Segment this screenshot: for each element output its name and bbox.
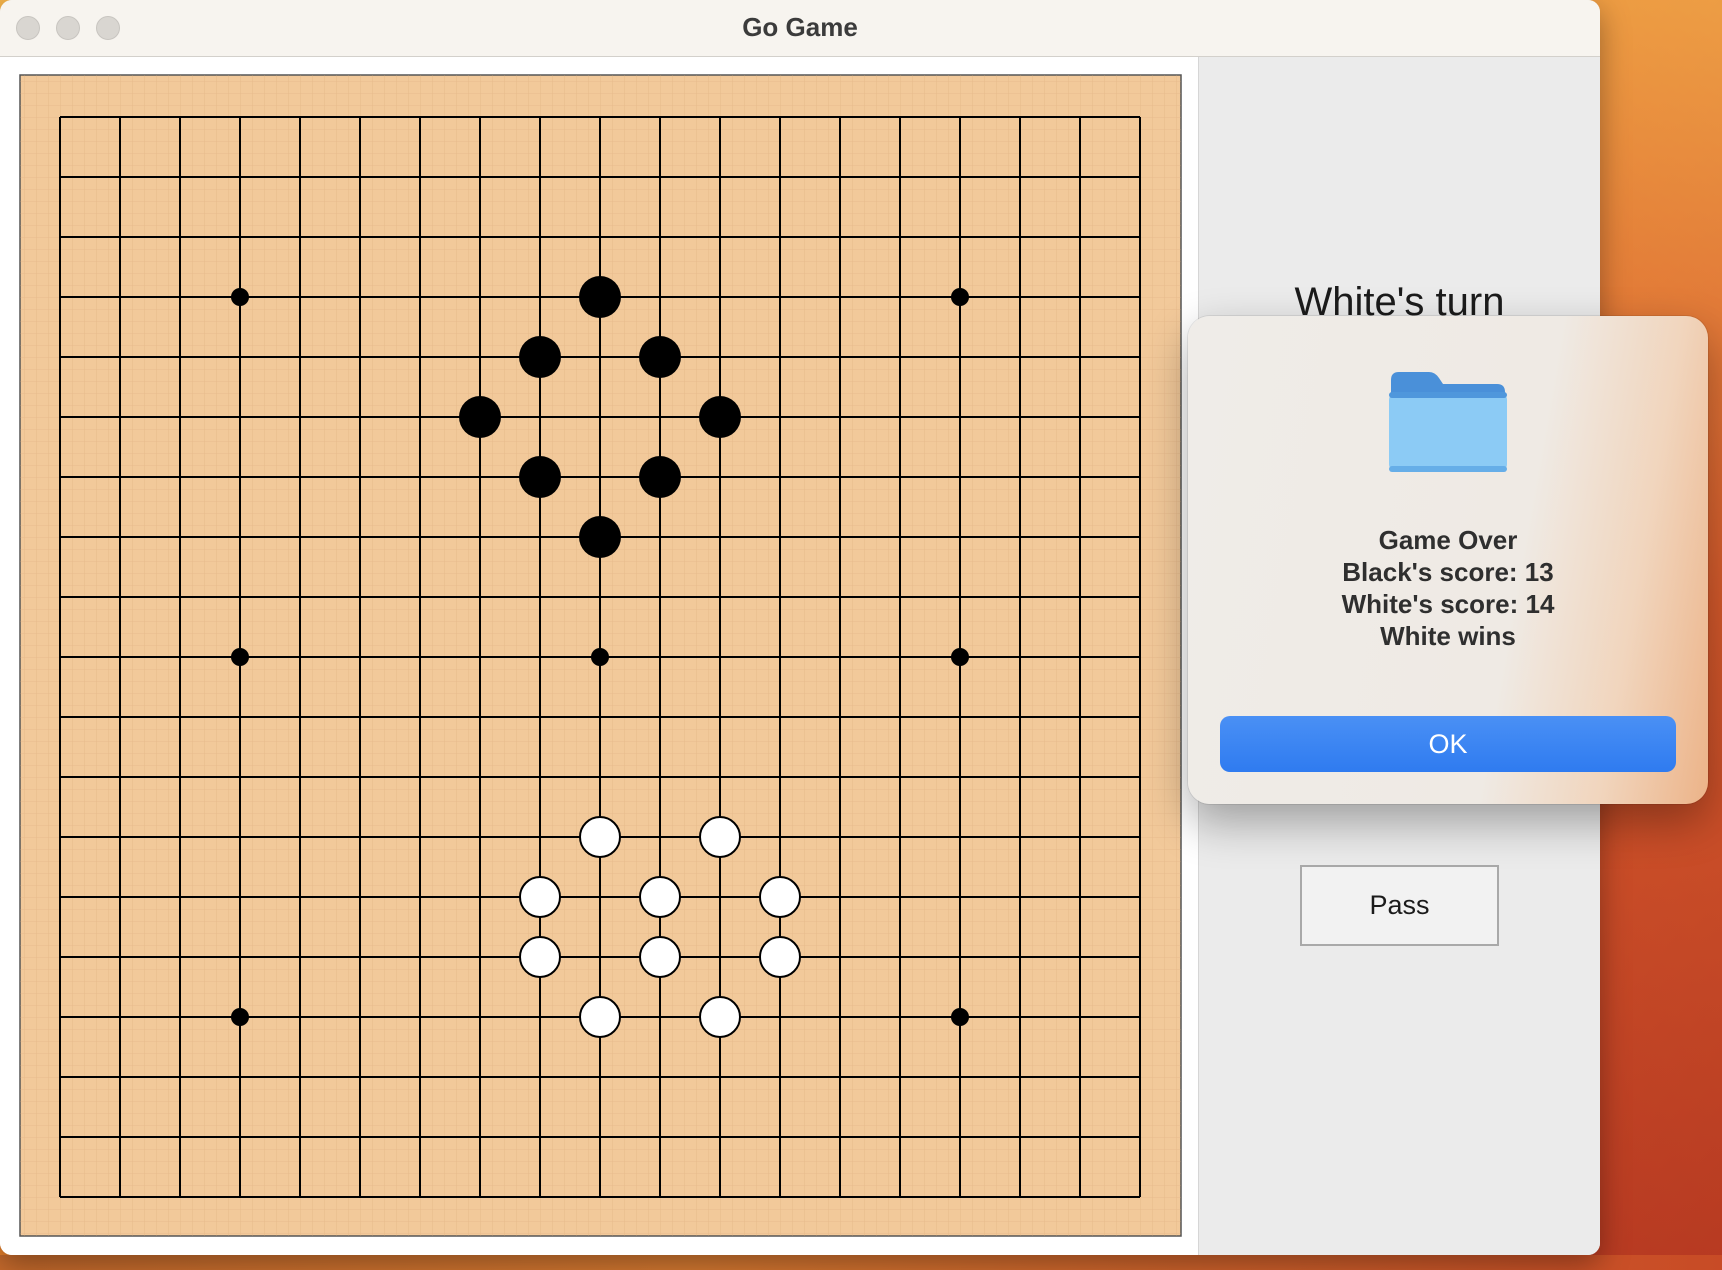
white-stone [519, 936, 561, 978]
black-stone [579, 276, 621, 318]
dialog-title: Game Over [1378, 525, 1518, 555]
black-stone [639, 456, 681, 498]
winner-text: White wins [1380, 621, 1516, 651]
pass-button[interactable]: Pass [1300, 865, 1499, 946]
black-stone [519, 456, 561, 498]
white-stone [519, 876, 561, 918]
star-point [231, 648, 249, 666]
star-point [591, 648, 609, 666]
white-score: White's score: 14 [1341, 589, 1555, 619]
white-stone [639, 876, 681, 918]
game-over-dialog: Game Over Black's score: 13 White's scor… [1188, 316, 1708, 804]
white-stone [579, 816, 621, 858]
white-stone [579, 996, 621, 1038]
black-stone [459, 396, 501, 438]
white-stone [759, 936, 801, 978]
star-point [951, 288, 969, 306]
black-stone [639, 336, 681, 378]
black-stone [519, 336, 561, 378]
ok-button[interactable]: OK [1220, 716, 1676, 772]
board-area [0, 57, 1199, 1255]
black-score: Black's score: 13 [1342, 557, 1554, 587]
dialog-message: Game Over Black's score: 13 White's scor… [1188, 524, 1708, 652]
title-bar: Go Game [0, 0, 1600, 57]
desktop-wallpaper-bottom [0, 1255, 1722, 1270]
star-point [951, 1008, 969, 1026]
go-board[interactable] [0, 57, 1198, 1255]
star-point [951, 648, 969, 666]
window-title: Go Game [742, 12, 858, 42]
star-point [231, 288, 249, 306]
star-point [231, 1008, 249, 1026]
white-stone [639, 936, 681, 978]
white-stone [699, 816, 741, 858]
white-stone [759, 876, 801, 918]
black-stone [699, 396, 741, 438]
folder-icon [1389, 372, 1507, 472]
white-stone [699, 996, 741, 1038]
black-stone [579, 516, 621, 558]
